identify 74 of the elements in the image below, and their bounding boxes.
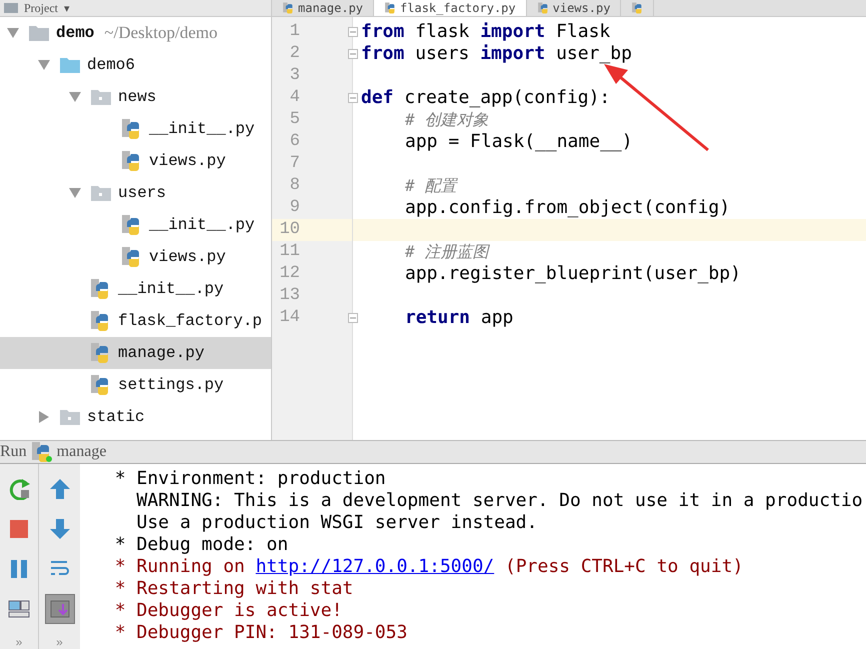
down-arrow-icon bbox=[48, 518, 70, 540]
console-line: Use a production WSGI server instead. bbox=[136, 512, 538, 534]
console-line: * Debugger PIN: 131-089-053 bbox=[114, 622, 408, 644]
code-line: from flask import Flask bbox=[360, 21, 612, 43]
code-line: app.register_blueprint(user_bp) bbox=[404, 263, 742, 285]
console-line: * Environment: production bbox=[114, 468, 387, 490]
code-line: def create_app(config): bbox=[360, 87, 612, 109]
tree-item[interactable]: news bbox=[0, 81, 271, 113]
line-number: 7 bbox=[288, 153, 301, 175]
code-line: # 创建对象 bbox=[404, 109, 490, 131]
line-number: 12 bbox=[278, 263, 301, 285]
tree-item[interactable]: users bbox=[0, 177, 271, 209]
line-number: 9 bbox=[288, 197, 301, 219]
tree-item[interactable]: static bbox=[0, 401, 271, 433]
url-link[interactable]: http://127.0.0.1:5000/ bbox=[256, 556, 494, 577]
tree-item[interactable]: views.py bbox=[0, 145, 271, 177]
line-number: 1 bbox=[272, 21, 352, 43]
folder-icon bbox=[4, 3, 18, 13]
console-line: * Debug mode: on bbox=[114, 534, 290, 556]
line-number: 13 bbox=[278, 285, 301, 307]
fold-marker-icon[interactable] bbox=[348, 49, 358, 59]
python-file-icon bbox=[282, 2, 294, 14]
project-path: ~/Desktop/demo bbox=[104, 23, 218, 43]
tree-item[interactable]: demo6 bbox=[0, 49, 271, 81]
code-line: # 注册蓝图 bbox=[404, 241, 491, 263]
line-number: 4 bbox=[272, 87, 352, 109]
line-number: 3 bbox=[288, 65, 301, 87]
editor-tab[interactable]: flask_factory.py bbox=[374, 0, 527, 16]
scroll-to-end-icon bbox=[48, 598, 70, 620]
line-number: 2 bbox=[272, 43, 352, 65]
stop-icon bbox=[8, 518, 30, 540]
code-line: return app bbox=[404, 307, 514, 329]
toolbar-button[interactable] bbox=[44, 594, 74, 624]
layout-icon bbox=[8, 598, 30, 620]
line-number: 6 bbox=[288, 131, 301, 153]
line-number: 14 bbox=[272, 307, 352, 329]
up-arrow-icon bbox=[48, 478, 70, 500]
python-file-icon bbox=[631, 2, 644, 14]
panel-title: Run bbox=[0, 443, 27, 461]
tree-item[interactable]: views.py bbox=[0, 241, 271, 273]
tree-item[interactable]: settings.py bbox=[0, 369, 271, 401]
fold-marker-icon[interactable] bbox=[348, 93, 358, 103]
expanded-arrow-icon bbox=[68, 91, 82, 103]
collapsed-arrow-icon bbox=[37, 411, 51, 423]
tree-item[interactable]: __init__.py bbox=[0, 273, 271, 305]
python-file-icon bbox=[536, 2, 549, 14]
expanded-arrow-icon bbox=[68, 187, 82, 199]
expanded-arrow-icon bbox=[37, 59, 51, 71]
console-line: * Debugger is active! bbox=[114, 600, 344, 622]
fold-marker-icon[interactable] bbox=[348, 27, 358, 37]
tree-item[interactable]: flask_factory.p bbox=[0, 305, 271, 337]
dropdown-button[interactable]: ▾ bbox=[64, 2, 70, 14]
line-number: 5 bbox=[288, 109, 301, 131]
panel-title: Project bbox=[24, 0, 58, 16]
console-line: WARNING: This is a development server. Do not use it in a productio bbox=[136, 490, 864, 512]
tree-item[interactable]: manage.py bbox=[0, 337, 271, 369]
line-number: 8 bbox=[288, 175, 301, 197]
code-line: from users import user_bp bbox=[360, 43, 633, 65]
line-number: 10 bbox=[272, 219, 352, 241]
python-file-icon bbox=[384, 2, 396, 14]
rerun-icon bbox=[8, 478, 30, 500]
code-line: # 配置 bbox=[404, 175, 459, 197]
tree-item[interactable]: __init__.py bbox=[0, 209, 271, 241]
code-line: app = Flask(__name__) bbox=[404, 131, 634, 153]
expanded-arrow-icon bbox=[6, 27, 20, 39]
tree-item[interactable]: demo ~/Desktop/demo bbox=[0, 17, 271, 49]
run-config-name: manage bbox=[56, 443, 106, 461]
fold-marker-icon[interactable] bbox=[348, 313, 358, 323]
console-line: * Restarting with stat bbox=[114, 578, 354, 600]
console-line: * Running on http://127.0.0.1:5000/ (Press CTRL+C to quit) bbox=[114, 556, 744, 578]
line-number: 11 bbox=[278, 241, 301, 263]
code-line: app.config.from_object(config) bbox=[404, 197, 732, 219]
tree-item[interactable]: __init__.py bbox=[0, 113, 271, 145]
pause-icon bbox=[8, 558, 30, 580]
